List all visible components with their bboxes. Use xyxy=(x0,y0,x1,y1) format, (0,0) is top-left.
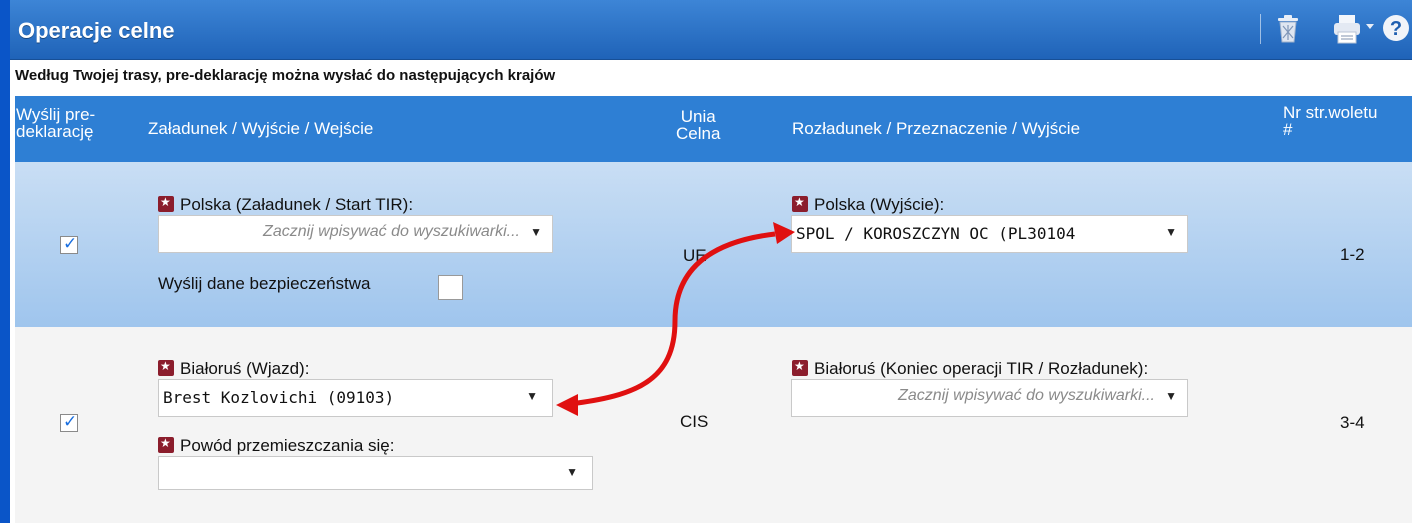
unloading-office-value: SPOL / KOROSZCZYN OC (PL30104 xyxy=(796,224,1076,243)
dropdown-arrow-icon: ▼ xyxy=(1165,389,1177,403)
table-row: ✓ Polska (Załadunek / Start TIR): Zaczni… xyxy=(15,162,1412,327)
col-pages-header: Nr str.woletu # xyxy=(1283,104,1377,138)
print-icon[interactable] xyxy=(1332,14,1362,49)
dropdown-arrow-icon: ▼ xyxy=(526,389,538,403)
required-icon xyxy=(792,195,808,212)
final-unloading-label-text: Białoruś (Koniec operacji TIR / Rozładun… xyxy=(814,359,1149,378)
entry-office-value: Brest Kozlovichi (09103) xyxy=(163,388,395,407)
security-data-checkbox[interactable] xyxy=(438,275,463,300)
security-data-label: Wyślij dane bezpieczeństwa xyxy=(158,274,371,293)
movement-reason-label-text: Powód przemieszczania się: xyxy=(180,436,395,455)
pages-value: 1-2 xyxy=(1340,245,1365,264)
required-icon xyxy=(158,436,174,453)
required-icon xyxy=(792,359,808,376)
entry-office-select[interactable]: Brest Kozlovichi (09103) ▼ xyxy=(158,379,553,417)
col-pages-header-line1: Nr str.woletu xyxy=(1283,103,1378,122)
dropdown-arrow-icon: ▼ xyxy=(1165,225,1177,239)
final-unloading-label: Białoruś (Koniec operacji TIR / Rozładun… xyxy=(792,359,1148,379)
panel-title: Operacje celne xyxy=(18,18,175,43)
col-unloading-header: Rozładunek / Przeznaczenie / Wyjście xyxy=(792,119,1081,138)
dropdown-arrow-icon: ▼ xyxy=(566,465,578,479)
table-row: ✓ Białoruś (Wjazd): Brest Kozlovichi (09… xyxy=(15,327,1412,523)
col-loading-header: Załadunek / Wyjście / Wejście xyxy=(148,119,374,138)
help-icon[interactable]: ? xyxy=(1381,13,1411,48)
trash-icon[interactable] xyxy=(1276,14,1300,49)
print-menu-caret-icon[interactable] xyxy=(1365,18,1375,36)
send-predeclaration-checkbox[interactable]: ✓ xyxy=(60,412,78,432)
required-icon xyxy=(158,195,174,212)
table-header: Wyślij pre- deklarację Załadunek / Wyjśc… xyxy=(15,96,1412,162)
loading-label: Polska (Załadunek / Start TIR): xyxy=(158,195,413,215)
col-send-header: Wyślij pre- deklarację xyxy=(16,106,95,140)
entry-label-text: Białoruś (Wjazd): xyxy=(180,359,310,378)
dropdown-arrow-icon: ▼ xyxy=(530,225,542,239)
movement-reason-select[interactable]: ▼ xyxy=(158,456,593,490)
route-info-text: Według Twojej trasy, pre-deklarację możn… xyxy=(10,60,1412,96)
customs-union-value: CIS xyxy=(680,412,709,431)
entry-label: Białoruś (Wjazd): xyxy=(158,359,309,379)
movement-reason-label: Powód przemieszczania się: xyxy=(158,436,394,456)
col-union-header-line2: Celna xyxy=(676,124,721,143)
customs-union-value: UE xyxy=(683,246,707,265)
col-send-header-line2: deklarację xyxy=(16,122,94,141)
send-predeclaration-checkbox[interactable]: ✓ xyxy=(60,234,78,254)
required-icon xyxy=(158,359,174,376)
checkmark-icon: ✓ xyxy=(63,234,78,253)
svg-text:?: ? xyxy=(1390,18,1402,40)
customs-operations-panel: Operacje celne ? Według Twojej trasy, pr… xyxy=(10,0,1412,523)
title-bar: Operacje celne ? xyxy=(10,0,1412,60)
customs-table: Wyślij pre- deklarację Załadunek / Wyjśc… xyxy=(15,96,1412,523)
final-unloading-placeholder: Zacznij wpisywać do wyszukiwarki... xyxy=(898,387,1155,404)
unloading-label-text: Polska (Wyjście): xyxy=(814,195,945,214)
toolbar-separator xyxy=(1260,14,1261,44)
unloading-office-select[interactable]: SPOL / KOROSZCZYN OC (PL30104 ▼ xyxy=(791,215,1188,253)
col-send-header-line1: Wyślij pre- xyxy=(16,105,96,124)
loading-office-select[interactable]: Zacznij wpisywać do wyszukiwarki... ▼ xyxy=(158,215,553,253)
col-pages-header-line2: # xyxy=(1283,120,1293,139)
unloading-label: Polska (Wyjście): xyxy=(792,195,944,215)
col-union-header-line1: Unia xyxy=(680,107,716,126)
final-unloading-office-select[interactable]: Zacznij wpisywać do wyszukiwarki... ▼ xyxy=(791,379,1188,417)
checkmark-icon: ✓ xyxy=(63,412,78,431)
loading-office-placeholder: Zacznij wpisywać do wyszukiwarki... xyxy=(263,223,520,240)
loading-label-text: Polska (Załadunek / Start TIR): xyxy=(180,195,414,214)
col-union-header: Unia Celna xyxy=(676,108,720,142)
pages-value: 3-4 xyxy=(1340,413,1365,432)
